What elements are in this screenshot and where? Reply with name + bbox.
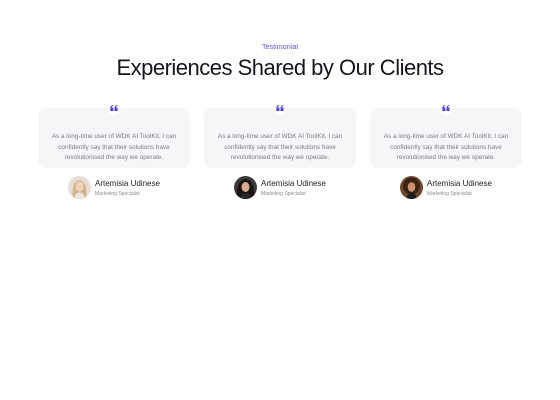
section-eyebrow: Testimonial [261, 44, 299, 51]
avatar [234, 176, 257, 199]
testimonial-author: Artemisia Udinese Marketing Specialist [400, 176, 520, 200]
section-heading: Experiences Shared by Our Clients [116, 55, 444, 80]
quote-icon [273, 101, 287, 115]
testimonial-card: As a long-time user of WDK AI ToolKit, I… [370, 101, 522, 211]
author-role: Marketing Specialist [427, 191, 472, 197]
avatar [68, 176, 91, 199]
author-name: Artemisia Udinese [95, 179, 160, 188]
avatar [400, 176, 423, 199]
testimonial-quote: As a long-time user of WDK AI ToolKit, I… [51, 133, 177, 162]
testimonial-quote: As a long-time user of WDK AI ToolKit, I… [383, 133, 509, 162]
author-name: Artemisia Udinese [261, 179, 326, 188]
quote-icon [107, 101, 121, 115]
testimonial-section: Testimonial Experiences Shared by Our Cl… [0, 0, 560, 400]
testimonial-card: As a long-time user of WDK AI ToolKit, I… [204, 101, 356, 211]
quote-icon [439, 101, 453, 115]
author-role: Marketing Specialist [261, 191, 306, 197]
author-name: Artemisia Udinese [427, 179, 492, 188]
testimonial-card: As a long-time user of WDK AI ToolKit, I… [38, 101, 190, 211]
testimonial-author: Artemisia Udinese Marketing Specialist [234, 176, 354, 200]
quote-box: As a long-time user of WDK AI ToolKit, I… [38, 108, 190, 168]
testimonial-author: Artemisia Udinese Marketing Specialist [68, 176, 188, 200]
quote-box: As a long-time user of WDK AI ToolKit, I… [204, 108, 356, 168]
quote-box: As a long-time user of WDK AI ToolKit, I… [370, 108, 522, 168]
testimonial-cards: As a long-time user of WDK AI ToolKit, I… [38, 101, 522, 211]
testimonial-quote: As a long-time user of WDK AI ToolKit, I… [217, 133, 343, 162]
author-role: Marketing Specialist [95, 191, 140, 197]
